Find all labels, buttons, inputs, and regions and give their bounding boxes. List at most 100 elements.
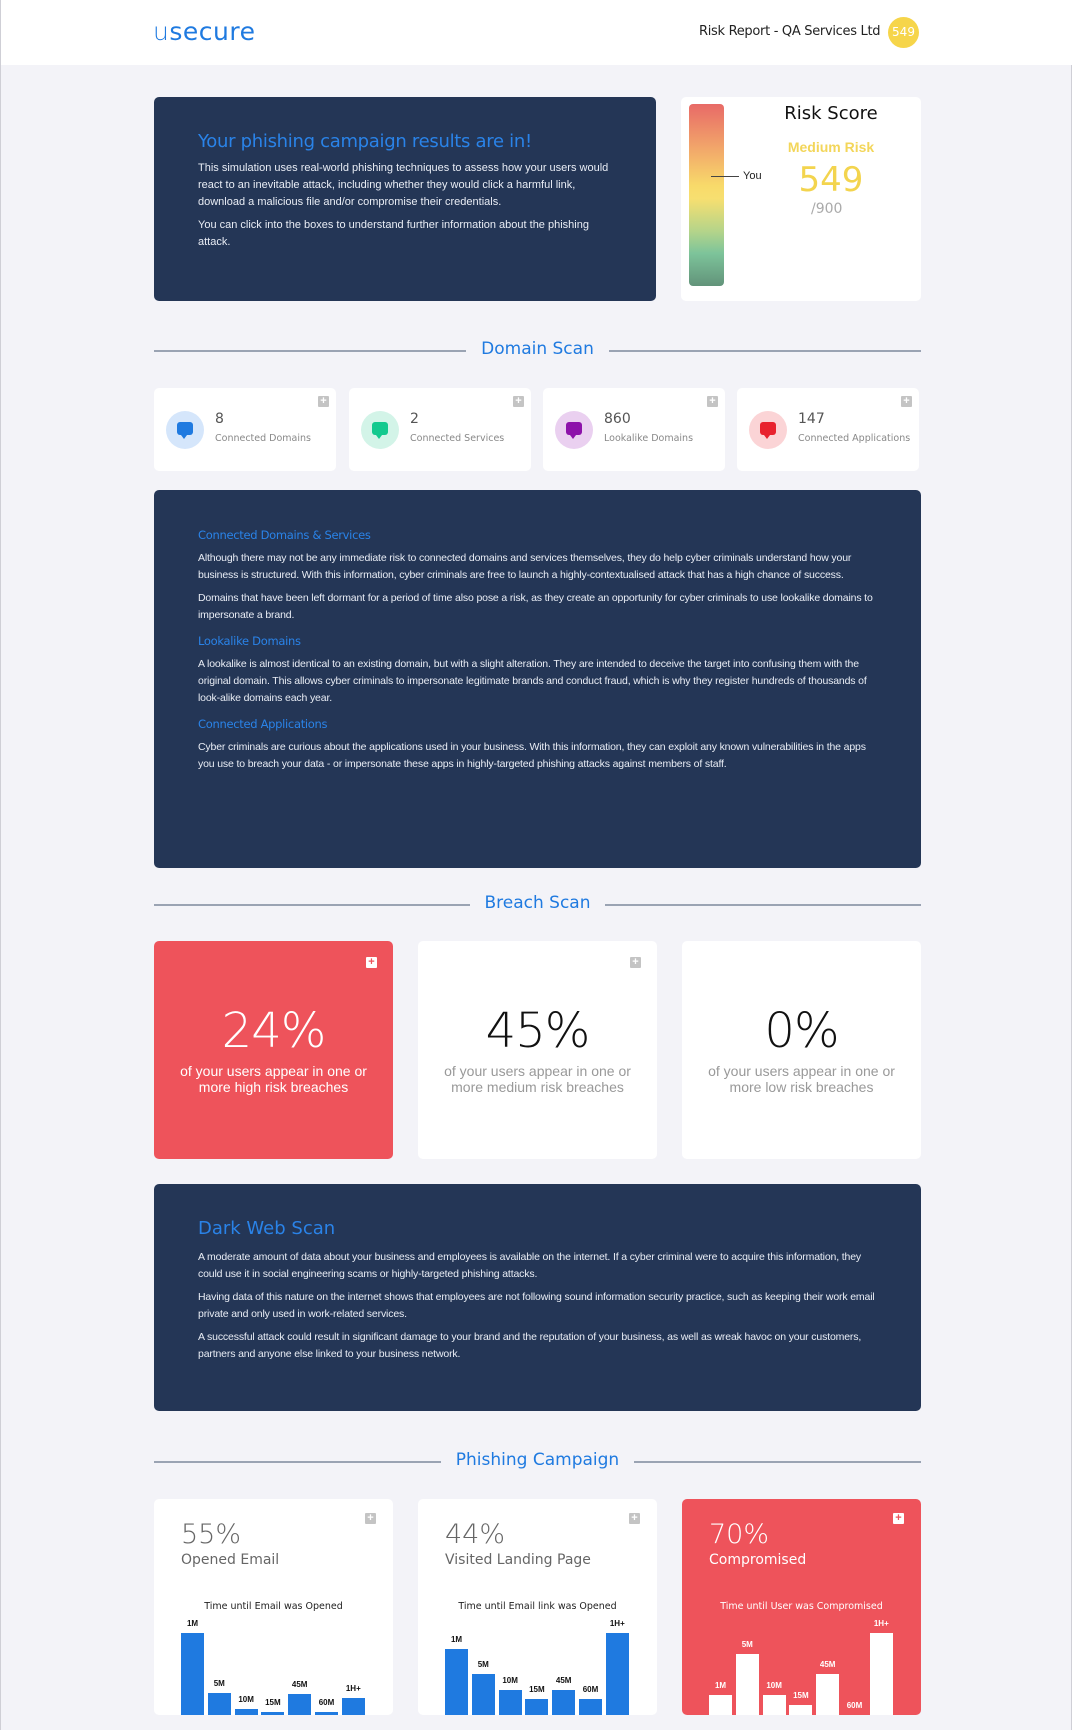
bar-1M	[445, 1649, 468, 1715]
risk-score-max: /900	[811, 201, 843, 217]
info-heading: Connected Domains & Services	[198, 528, 371, 542]
expand-plus-icon[interactable]: +	[893, 1513, 904, 1524]
intro-paragraph: This simulation uses real-world phishing…	[198, 162, 609, 208]
domain-count: 2	[410, 411, 419, 427]
bar-10M	[498, 1690, 522, 1715]
phishing-card-opened-email[interactable]: +55% Opened Email Time until Email was Ope…	[154, 1499, 393, 1715]
info-heading: Connected Applications	[198, 717, 328, 731]
section-header-phishing-campaign: Phishing Campaign	[154, 1450, 921, 1474]
domain-card-connected-domains[interactable]: +8 Connected Domains	[154, 388, 336, 471]
phishing-percentage: 55%	[181, 1519, 242, 1550]
expand-plus-icon[interactable]: +	[901, 396, 912, 407]
bar-15M	[789, 1705, 813, 1715]
info-paragraph: Cyber criminals are curious about the ap…	[198, 741, 866, 770]
section-title: Phishing Campaign	[455, 1450, 620, 1470]
intro-card: Your phishing campaign results are in! T…	[154, 97, 656, 301]
dark-web-paragraph: A moderate amount of data about your bus…	[198, 1251, 862, 1280]
report-title: Risk Report - QA Services Ltd	[699, 24, 881, 39]
bar-1M	[709, 1694, 732, 1715]
chart-title: Time until Email was Opened	[204, 1601, 343, 1612]
risk-gauge	[689, 104, 724, 286]
info-paragraph: Although there may not be any immediate …	[198, 552, 852, 581]
bar-5M	[471, 1674, 495, 1715]
icon-circle	[749, 411, 787, 449]
bar-1M	[181, 1633, 204, 1715]
bar-label: 15M	[529, 1684, 545, 1694]
risk-level: Medium Risk	[787, 139, 875, 155]
chat-bubble-icon	[177, 422, 193, 439]
expand-plus-icon[interactable]: +	[318, 396, 329, 407]
domain-label: Lookalike Domains	[604, 433, 694, 444]
info-paragraph: A lookalike is almost identical to an ex…	[198, 658, 867, 704]
dark-web-paragraph: A successful attack could result in sign…	[198, 1331, 862, 1360]
bar-60M	[579, 1698, 602, 1715]
section-header-domain-scan: Domain Scan	[154, 339, 921, 363]
bar-label: 45M	[291, 1679, 308, 1689]
breach-percentage: 0%	[764, 1003, 839, 1059]
gauge-marker	[711, 176, 739, 177]
risk-score-value: 549	[798, 160, 864, 200]
expand-plus-icon[interactable]: +	[366, 957, 377, 968]
bar-label: 1M	[186, 1619, 199, 1628]
chart-title: Time until User was Compromised	[720, 1601, 883, 1612]
domain-info-card: Connected Domains & Services Although th…	[154, 490, 921, 868]
chat-bubble-icon	[566, 422, 582, 439]
expand-plus-icon[interactable]: +	[707, 396, 718, 407]
section-header-breach-scan: Breach Scan	[154, 893, 921, 917]
bar-label: 60M	[318, 1697, 335, 1707]
bar-label: 5M	[741, 1639, 753, 1649]
phishing-card-visited-landing-page[interactable]: +44% Visited Landing Page Time until Email…	[418, 1499, 657, 1715]
bar-10M	[762, 1694, 786, 1715]
icon-circle	[555, 411, 593, 449]
dark-web-card: Dark Web Scan A moderate amount of data …	[154, 1184, 921, 1411]
bar-label: 1H+	[609, 1619, 625, 1628]
bar-label: 60M	[846, 1701, 863, 1710]
phishing-card-compromised[interactable]: +70% Compromised Time until User was Compr…	[682, 1499, 921, 1715]
chat-bubble-icon	[760, 422, 776, 439]
dark-web-title: Dark Web Scan	[198, 1218, 336, 1239]
bar-label: 10M	[238, 1695, 254, 1705]
bar-5M	[207, 1692, 231, 1715]
bar-label: 5M	[213, 1678, 225, 1688]
bar-label: 5M	[477, 1660, 489, 1669]
breach-card-high[interactable]: + 24% of your users appear in one or mor…	[154, 941, 393, 1159]
bar-chart: 1M 5M 10M 15M 45M 60M 1H+	[445, 1619, 635, 1715]
expand-plus-icon[interactable]: +	[513, 396, 524, 407]
domain-count: 8	[215, 411, 224, 427]
icon-circle	[361, 411, 399, 449]
expand-plus-icon[interactable]: +	[365, 1513, 376, 1524]
bar-1H+	[869, 1633, 893, 1715]
expand-plus-icon[interactable]: +	[630, 957, 641, 968]
breach-percentage: 24%	[221, 1003, 327, 1059]
risk-score-title: Risk Score	[784, 103, 878, 124]
bar-45M	[816, 1674, 840, 1715]
bar-label: 1M	[714, 1680, 727, 1690]
breach-card-medium[interactable]: + 45% of your users appear in one or mor…	[418, 941, 657, 1159]
phishing-label: Visited Landing Page	[445, 1552, 591, 1568]
usecure-logo[interactable]: usecure	[153, 17, 255, 46]
bar-label: 10M	[502, 1676, 518, 1686]
bar-15M	[261, 1711, 285, 1715]
info-paragraph: Domains that have been left dormant for …	[198, 592, 873, 621]
bar-label: 15M	[793, 1691, 809, 1701]
bar-label: 1H+	[873, 1619, 889, 1628]
breach-card-low[interactable]: 0% of your users appear in one or more l…	[682, 941, 921, 1159]
bar-45M	[552, 1690, 576, 1715]
score-badge: 549	[888, 17, 919, 48]
phishing-label: Compromised	[709, 1552, 807, 1568]
chart-title: Time until Email link was Opened	[458, 1601, 617, 1612]
bar-10M	[234, 1709, 258, 1715]
risk-score-card: You Risk Score Medium Risk 549 /900	[681, 97, 921, 301]
bar-label: 45M	[555, 1676, 572, 1686]
domain-count: 147	[798, 411, 825, 427]
bar-label: 15M	[265, 1697, 281, 1707]
info-heading: Lookalike Domains	[198, 634, 301, 648]
breach-description: of your users appear in one or more low …	[708, 1063, 895, 1095]
domain-card-connected-applications[interactable]: +147 Connected Applications	[737, 388, 919, 471]
domain-card-lookalike-domains[interactable]: +860 Lookalike Domains	[543, 388, 725, 471]
domain-card-connected-services[interactable]: +2 Connected Services	[349, 388, 531, 471]
expand-plus-icon[interactable]: +	[629, 1513, 640, 1524]
domain-label: Connected Domains	[215, 433, 311, 444]
bar-chart: 1M 5M 10M 15M 45M 60M 1H+	[709, 1619, 899, 1715]
bar-1H+	[341, 1697, 365, 1715]
